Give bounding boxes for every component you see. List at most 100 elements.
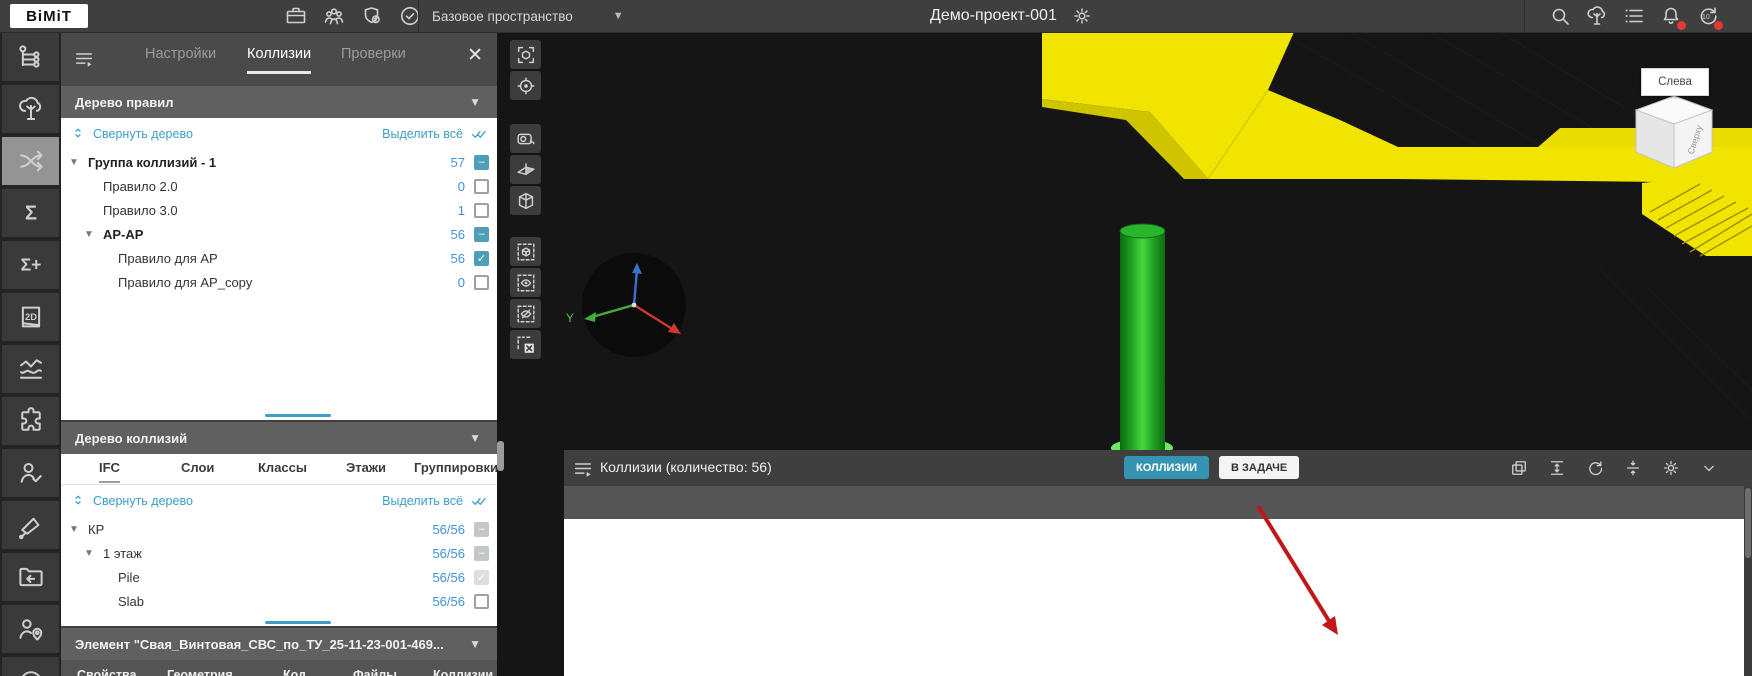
list-icon[interactable] <box>1622 4 1646 28</box>
team-icon[interactable] <box>322 4 346 28</box>
viewport-tool-measure[interactable] <box>510 124 541 153</box>
sidebar-tool-sheet-2d[interactable]: 2D <box>2 293 59 341</box>
collision-table-toolbar: Коллизии (количество: 56) КОЛЛИЗИИВ ЗАДА… <box>564 450 1752 486</box>
bell-icon[interactable] <box>1659 4 1683 28</box>
viewport-tool-isolate-box[interactable] <box>510 237 541 266</box>
search-icon[interactable] <box>1548 4 1572 28</box>
collisions-tree-nodes: ▼КР56/56–▼1 этаж56/56–Pile56/56✓Slab56/5… <box>61 517 497 613</box>
viewport-tool-hide-eye[interactable] <box>510 299 541 328</box>
tree-node-checkbox[interactable] <box>474 275 489 290</box>
sidebar-tool-person-check[interactable] <box>2 449 59 497</box>
tree-node-checkbox[interactable]: – <box>474 155 489 170</box>
tree-expander-icon[interactable]: ▼ <box>84 548 96 559</box>
sidebar-tool-sum-plus[interactable]: Σ+ <box>2 241 59 289</box>
sidebar-tool-spatial-tree[interactable] <box>2 85 59 133</box>
collisions-tree-tabs: IFC Слои Классы Этажи Группировки <box>61 454 497 485</box>
gear-icon[interactable] <box>1661 458 1681 478</box>
tree-node-checkbox[interactable] <box>474 203 489 218</box>
close-icon[interactable]: ✕ <box>467 44 483 67</box>
tree-node-checkbox[interactable]: – <box>474 227 489 242</box>
tree-node[interactable]: ▼1 этаж56/56– <box>61 541 497 565</box>
element-tab-3[interactable]: Код <box>283 668 306 676</box>
collisions-tree-tab-группировки[interactable]: Группировки <box>414 460 497 481</box>
select-all-link[interactable]: Выделить всё <box>382 127 463 141</box>
chevron-down-icon[interactable] <box>1699 458 1719 478</box>
viewport-tool-show-eye[interactable] <box>510 268 541 297</box>
element-tab-4[interactable]: Файлы <box>353 668 397 676</box>
collapse-tree-link[interactable]: Свернуть дерево <box>93 494 193 508</box>
scrollbar-thumb[interactable] <box>265 414 331 417</box>
workspace-selector[interactable]: Базовое пространство ▼ <box>432 0 624 32</box>
sidebar-tool-sum[interactable]: Σ <box>2 189 59 237</box>
tree-node[interactable]: ▼Группа коллизий - 157– <box>61 150 497 174</box>
sidebar-tool-person-pin[interactable] <box>2 605 59 653</box>
panel-menu-icon[interactable] <box>73 48 95 70</box>
element-tab-1[interactable]: Свойства <box>77 668 136 676</box>
tree-node[interactable]: Правило для АР_copy0 <box>61 270 497 294</box>
collapse-tree-link[interactable]: Свернуть дерево <box>93 127 193 141</box>
element-panel-tabs: Свойства Геометрия Код Файлы Коллизии <box>61 660 497 676</box>
tree-node[interactable]: ▼КР56/56– <box>61 517 497 541</box>
tree-node-checkbox[interactable]: – <box>474 546 489 561</box>
shield-icon[interactable] <box>360 4 384 28</box>
panel-tab-2[interactable]: Коллизии <box>247 46 311 74</box>
panel-tab-1[interactable]: Настройки <box>145 46 216 71</box>
sidebar-tool-gauge[interactable] <box>2 657 59 676</box>
mode-button-2[interactable]: В ЗАДАЧЕ <box>1219 456 1299 479</box>
select-all-link[interactable]: Выделить всё <box>382 494 463 508</box>
scrollbar-thumb[interactable] <box>265 621 331 624</box>
briefcase-icon[interactable] <box>284 4 308 28</box>
tree-node-checkbox[interactable]: ✓ <box>474 570 489 585</box>
mode-button-1[interactable]: КОЛЛИЗИИ <box>1124 456 1209 479</box>
project-settings-icon[interactable] <box>1071 5 1093 27</box>
tree-expander-icon[interactable]: ▼ <box>84 229 96 240</box>
collisions-tree-tab-ifc[interactable]: IFC <box>99 460 120 483</box>
tree-node[interactable]: Pile56/56✓ <box>61 565 497 589</box>
sidebar-tool-collisions[interactable] <box>2 137 59 185</box>
panel-resize-handle[interactable] <box>497 441 504 471</box>
tree-node[interactable]: ▼АР-АР56– <box>61 222 497 246</box>
app-logo[interactable]: BiMiT <box>10 4 88 28</box>
tree-node[interactable]: Правило 2.00 <box>61 174 497 198</box>
refresh-icon[interactable] <box>1585 458 1605 478</box>
rules-tree-header[interactable]: Дерево правил ▼ <box>61 86 497 118</box>
element-panel-header[interactable]: Элемент "Свая_Винтовая_СВС_по_ТУ_25-11-2… <box>61 628 497 660</box>
collisions-tree-header[interactable]: Дерево коллизий ▼ <box>61 422 497 454</box>
tree-node-checkbox[interactable]: ✓ <box>474 251 489 266</box>
tree-node[interactable]: Slab56/56 <box>61 589 497 613</box>
table-menu-icon[interactable] <box>572 458 594 480</box>
tree-node-checkbox[interactable] <box>474 179 489 194</box>
sidebar-tool-folder-export[interactable] <box>2 553 59 601</box>
tree-node-checkbox[interactable] <box>474 594 489 609</box>
tree-node[interactable]: Правило для АР56✓ <box>61 246 497 270</box>
sync-icon[interactable]: 10 <box>1696 4 1720 28</box>
view-cube[interactable]: Сверху <box>1636 96 1712 168</box>
viewport-tool-section-box[interactable] <box>510 186 541 215</box>
sidebar-tool-hierarchy[interactable] <box>2 33 59 81</box>
element-tab-2[interactable]: Геометрия <box>167 668 233 676</box>
copy-icon[interactable] <box>1509 458 1529 478</box>
pile-green[interactable] <box>1111 224 1173 458</box>
table-scrollbar-thumb[interactable] <box>1745 488 1751 558</box>
viewport-tool-section-plane[interactable] <box>510 155 541 184</box>
panel-tab-3[interactable]: Проверки <box>341 46 406 71</box>
collapse-rows-icon[interactable] <box>1623 458 1643 478</box>
table-scrollbar[interactable] <box>1744 486 1752 676</box>
collisions-tree-tab-этажи[interactable]: Этажи <box>346 460 386 481</box>
sidebar-tool-chart[interactable] <box>2 345 59 393</box>
spatial-tree-icon[interactable] <box>1585 4 1609 28</box>
expand-rows-icon[interactable] <box>1547 458 1567 478</box>
tree-node-checkbox[interactable]: – <box>474 522 489 537</box>
viewport-tool-clear-selection[interactable] <box>510 330 541 359</box>
tree-node[interactable]: Правило 3.01 <box>61 198 497 222</box>
sidebar-tool-puzzle[interactable] <box>2 397 59 445</box>
tree-expander-icon[interactable]: ▼ <box>69 524 81 535</box>
element-tab-5[interactable]: Коллизии <box>433 668 493 676</box>
collisions-tree-tab-классы[interactable]: Классы <box>258 460 307 481</box>
rules-tree-title: Дерево правил <box>75 95 173 110</box>
tree-expander-icon[interactable]: ▼ <box>69 157 81 168</box>
viewport-tool-target[interactable] <box>510 71 541 100</box>
collisions-tree-tab-слои[interactable]: Слои <box>181 460 214 481</box>
sidebar-tool-trowel[interactable] <box>2 501 59 549</box>
viewport-tool-zoom-fit[interactable] <box>510 40 541 69</box>
